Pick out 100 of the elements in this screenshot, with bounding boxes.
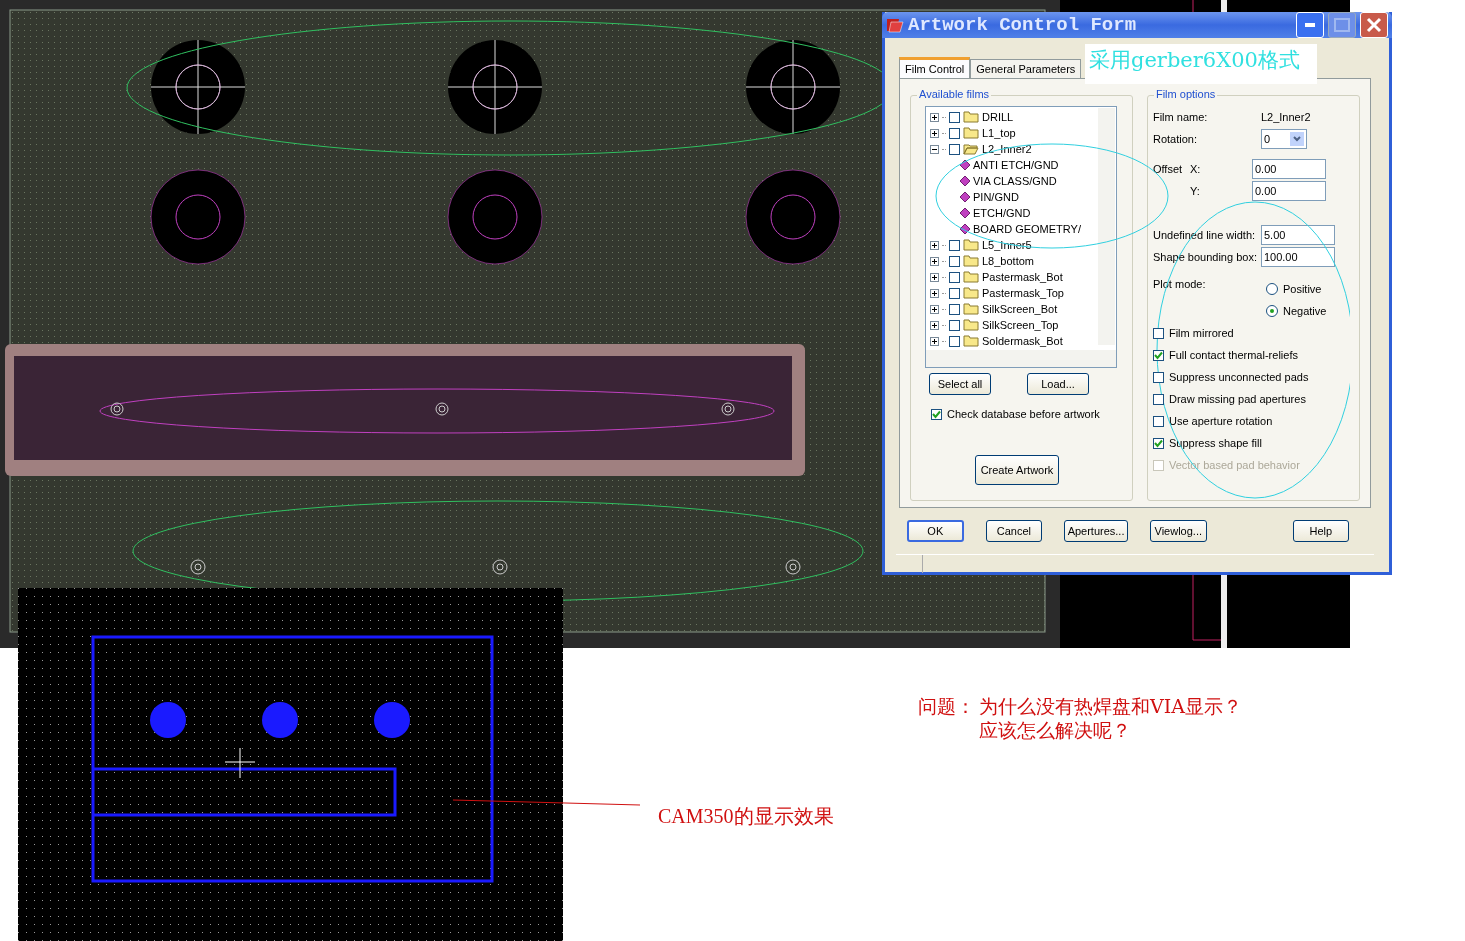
expand-icon[interactable]: [930, 288, 939, 298]
question-text: 为什么没有热焊盘和VIA显示？: [979, 694, 1242, 718]
question-label: 问题：: [918, 694, 975, 719]
radio-button[interactable]: [1265, 283, 1278, 295]
tree-item[interactable]: PIN/GND: [973, 191, 1019, 203]
folder-icon: [963, 239, 979, 251]
folder-icon: [963, 287, 979, 299]
rotation-dropdown[interactable]: 0: [1260, 129, 1307, 149]
expand-icon[interactable]: [930, 272, 939, 282]
tree-item[interactable]: BOARD GEOMETRY/: [973, 223, 1081, 235]
minimize-button[interactable]: [1296, 12, 1324, 38]
checkbox[interactable]: [949, 143, 960, 155]
expand-icon[interactable]: [930, 128, 939, 138]
caret-icon: [1289, 132, 1304, 146]
tree-item[interactable]: L1_top: [982, 127, 1016, 139]
via-drawing: [110, 402, 124, 416]
dialog-button[interactable]: Viewlog...: [1150, 520, 1207, 542]
checkbox[interactable]: [1152, 415, 1164, 427]
tree-item[interactable]: Pastermask_Top: [982, 287, 1064, 299]
checkbox-label: Check database before artwork: [947, 408, 1100, 420]
checkbox-label: Draw missing pad apertures: [1168, 393, 1306, 405]
tree-item[interactable]: L5_Inner5: [982, 239, 1032, 251]
tree-item[interactable]: L8_bottom: [982, 255, 1034, 267]
checkbox[interactable]: [1152, 437, 1164, 449]
checkbox[interactable]: [949, 335, 960, 347]
folder-icon: [963, 111, 979, 123]
collapse-icon[interactable]: [930, 144, 939, 154]
via-drawing: [721, 402, 735, 416]
list-button[interactable]: Select all: [929, 373, 991, 395]
tree-item[interactable]: VIA CLASS/GND: [973, 175, 1057, 187]
tree-item[interactable]: Pastermask_Bot: [982, 271, 1063, 283]
checkbox[interactable]: [931, 408, 942, 420]
close-button[interactable]: [1360, 12, 1388, 38]
via-drawing: [190, 559, 206, 575]
via-drawing: [492, 559, 508, 575]
expand-icon[interactable]: [930, 240, 939, 250]
dialog-button[interactable]: Help: [1292, 520, 1349, 542]
checkbox[interactable]: [949, 255, 960, 267]
dialog-button[interactable]: Apertures...: [1064, 520, 1129, 542]
tab[interactable]: General Parameters: [970, 59, 1082, 78]
via-drawing: [785, 559, 801, 575]
field-label: Y:: [1189, 185, 1201, 197]
group-title: Available films: [917, 88, 992, 100]
minimize-icon: [1305, 23, 1315, 27]
caption-text: CAM350的显示效果: [658, 804, 834, 829]
field-label: Film name:: [1152, 111, 1209, 123]
checkbox[interactable]: [1152, 349, 1164, 361]
maximize-icon: [1334, 18, 1350, 32]
app-icon: [886, 17, 904, 33]
input-field[interactable]: 0.00: [1251, 159, 1326, 179]
checkbox-label: Use aperture rotation: [1168, 415, 1273, 427]
expand-icon[interactable]: [930, 320, 939, 330]
checkbox-label: Suppress shape fill: [1168, 437, 1262, 449]
checkbox[interactable]: [1152, 327, 1164, 339]
list-button[interactable]: Load...: [1027, 373, 1089, 395]
tab[interactable]: Film Control: [899, 57, 971, 78]
tree-item[interactable]: Soldermask_Bot: [982, 335, 1063, 347]
via-drawing: [435, 402, 449, 416]
input-field[interactable]: 0.00: [1251, 181, 1326, 201]
field-label: Offset: [1152, 163, 1184, 175]
field-label: X:: [1189, 163, 1202, 175]
folder-icon: [963, 319, 979, 331]
expand-icon[interactable]: [930, 304, 939, 314]
expand-icon[interactable]: [930, 336, 939, 346]
checkbox[interactable]: [949, 319, 960, 331]
folder-icon: [963, 303, 979, 315]
checkbox-label: Suppress unconnected pads: [1168, 371, 1309, 383]
checkbox[interactable]: [1152, 371, 1164, 383]
close-icon: [1366, 17, 1382, 33]
field-label: Rotation:: [1152, 133, 1198, 145]
dialog-button[interactable]: OK: [907, 520, 964, 542]
tree-item[interactable]: ETCH/GND: [973, 207, 1031, 219]
checkbox[interactable]: [1152, 393, 1164, 405]
checkbox-label: Film mirrored: [1168, 327, 1234, 339]
radio-button[interactable]: [1265, 305, 1278, 317]
checkbox[interactable]: [949, 111, 960, 123]
checkbox[interactable]: [949, 271, 960, 283]
input-field[interactable]: 100.00: [1260, 247, 1335, 267]
open-folder-icon: [963, 143, 979, 155]
checkbox[interactable]: [949, 303, 960, 315]
scrollbar[interactable]: [926, 350, 1116, 367]
checkbox[interactable]: [949, 239, 960, 251]
group-title: Film options: [1153, 88, 1218, 100]
checkbox[interactable]: [949, 127, 960, 139]
field-label: Plot mode:: [1152, 278, 1207, 292]
tree-item[interactable]: SilkScreen_Top: [982, 319, 1059, 331]
expand-icon[interactable]: [930, 256, 939, 266]
scrollbar[interactable]: [1098, 108, 1115, 345]
dialog-button[interactable]: Cancel: [985, 520, 1043, 542]
input-field[interactable]: 5.00: [1260, 225, 1335, 245]
tree-item[interactable]: DRILL: [982, 111, 1014, 123]
checkbox-label: Full contact thermal-reliefs: [1168, 349, 1298, 361]
tree-item[interactable]: ANTI ETCH/GND: [973, 159, 1059, 171]
create-artwork-button[interactable]: Create Artwork: [975, 455, 1059, 485]
field-label: Undefined line width:: [1152, 229, 1257, 241]
folder-icon: [963, 271, 979, 283]
expand-icon[interactable]: [930, 112, 939, 122]
checkbox[interactable]: [949, 287, 960, 299]
tree-item[interactable]: SilkScreen_Bot: [982, 303, 1058, 315]
field-label: Shape bounding box:: [1152, 251, 1258, 263]
